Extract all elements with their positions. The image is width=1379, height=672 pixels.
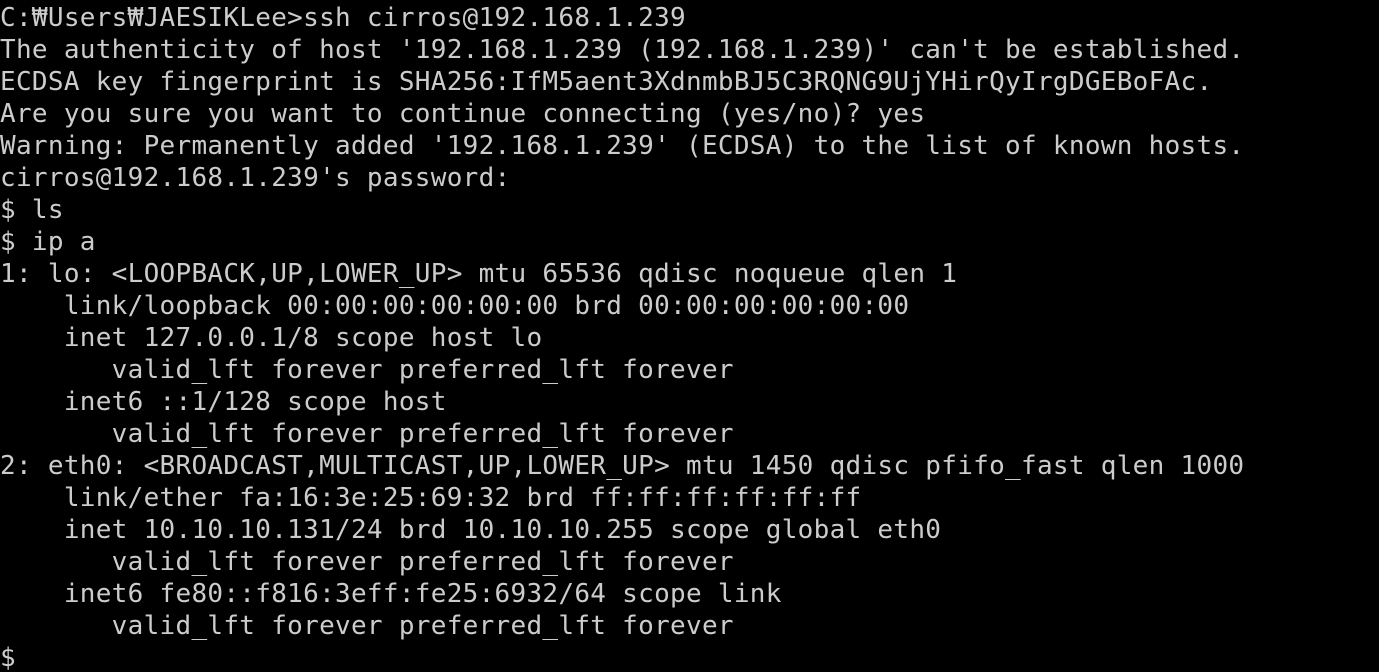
terminal-line: inet 127.0.0.1/8 scope host lo	[0, 323, 543, 353]
terminal-line: Warning: Permanently added '192.168.1.23…	[0, 131, 1245, 161]
terminal-window[interactable]: C:₩Users₩JAESIKLee>ssh cirros@192.168.1.…	[0, 0, 1379, 672]
terminal-line: The authenticity of host '192.168.1.239 …	[0, 35, 1245, 65]
terminal-line: valid_lft forever preferred_lft forever	[0, 419, 734, 449]
terminal-line: 2: eth0: <BROADCAST,MULTICAST,UP,LOWER_U…	[0, 451, 1245, 481]
shell-prompt: $	[0, 643, 16, 672]
terminal-line: link/ether fa:16:3e:25:69:32 brd ff:ff:f…	[0, 483, 862, 513]
terminal-line: inet6 fe80::f816:3eff:fe25:6932/64 scope…	[0, 579, 782, 609]
terminal-line: valid_lft forever preferred_lft forever	[0, 547, 734, 577]
terminal-line: inet 10.10.10.131/24 brd 10.10.10.255 sc…	[0, 515, 942, 545]
terminal-line: $ ip a	[0, 227, 96, 257]
terminal-line: 1: lo: <LOOPBACK,UP,LOWER_UP> mtu 65536 …	[0, 259, 958, 289]
terminal-line: inet6 ::1/128 scope host	[0, 387, 447, 417]
terminal-line: cirros@192.168.1.239's password:	[0, 163, 511, 193]
terminal-line: Are you sure you want to continue connec…	[0, 99, 926, 129]
terminal-line: valid_lft forever preferred_lft forever	[0, 611, 734, 641]
terminal-line: ECDSA key fingerprint is SHA256:IfM5aent…	[0, 67, 1213, 97]
terminal-line: link/loopback 00:00:00:00:00:00 brd 00:0…	[0, 291, 910, 321]
command-prompt-line[interactable]: $	[0, 642, 1379, 672]
terminal-line: C:₩Users₩JAESIKLee>ssh cirros@192.168.1.…	[0, 3, 686, 33]
terminal-line: valid_lft forever preferred_lft forever	[0, 355, 734, 385]
terminal-line: $ ls	[0, 195, 64, 225]
